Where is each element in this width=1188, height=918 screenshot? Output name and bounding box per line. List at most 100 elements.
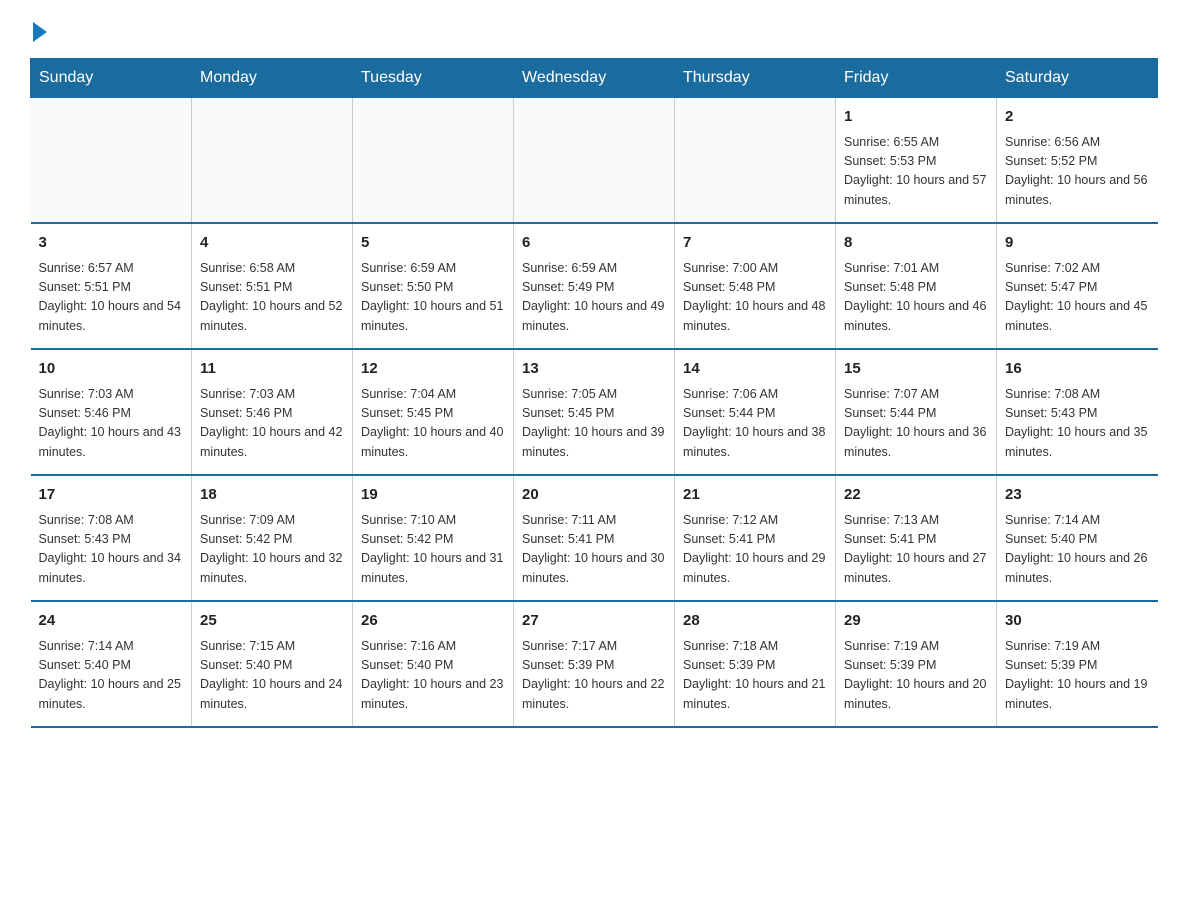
- day-info: Sunrise: 7:14 AMSunset: 5:40 PMDaylight:…: [1005, 511, 1150, 589]
- day-number: 25: [200, 610, 344, 633]
- day-info: Sunrise: 7:03 AMSunset: 5:46 PMDaylight:…: [39, 385, 184, 463]
- day-of-week-header: Saturday: [997, 59, 1158, 98]
- calendar-day-cell: 19 Sunrise: 7:10 AMSunset: 5:42 PMDayligh…: [353, 475, 514, 601]
- day-info: Sunrise: 7:09 AMSunset: 5:42 PMDaylight:…: [200, 511, 344, 589]
- day-number: 8: [844, 232, 988, 255]
- calendar-day-cell: 13Sunrise: 7:05 AMSunset: 5:45 PMDayligh…: [514, 349, 675, 475]
- day-info: Sunrise: 7:12 AMSunset: 5:41 PMDaylight:…: [683, 511, 827, 589]
- day-number: 10: [39, 358, 184, 381]
- day-number: 4: [200, 232, 344, 255]
- calendar-week-row: 24Sunrise: 7:14 AMSunset: 5:40 PMDayligh…: [31, 601, 1158, 727]
- day-info: Sunrise: 7:19 AMSunset: 5:39 PMDaylight:…: [1005, 637, 1150, 715]
- calendar-day-cell: 29 Sunrise: 7:19 AMSunset: 5:39 PMDayligh…: [836, 601, 997, 727]
- day-number: 2: [1005, 106, 1150, 129]
- calendar-day-cell: 15 Sunrise: 7:07 AMSunset: 5:44 PMDayligh…: [836, 349, 997, 475]
- day-number: 23: [1005, 484, 1150, 507]
- calendar-day-cell: 26 Sunrise: 7:16 AMSunset: 5:40 PMDayligh…: [353, 601, 514, 727]
- day-number: 16: [1005, 358, 1150, 381]
- day-info: Sunrise: 7:08 AMSunset: 5:43 PMDaylight:…: [39, 511, 184, 589]
- calendar-day-cell: 3 Sunrise: 6:57 AMSunset: 5:51 PMDaylight…: [31, 223, 192, 349]
- day-info: Sunrise: 7:03 AMSunset: 5:46 PMDaylight:…: [200, 385, 344, 463]
- day-info: Sunrise: 7:10 AMSunset: 5:42 PMDaylight:…: [361, 511, 505, 589]
- calendar-day-cell: 25Sunrise: 7:15 AMSunset: 5:40 PMDayligh…: [192, 601, 353, 727]
- day-number: 11: [200, 358, 344, 381]
- day-info: Sunrise: 7:16 AMSunset: 5:40 PMDaylight:…: [361, 637, 505, 715]
- day-number: 13: [522, 358, 666, 381]
- day-number: 27: [522, 610, 666, 633]
- day-of-week-header: Wednesday: [514, 59, 675, 98]
- calendar-day-cell: 28 Sunrise: 7:18 AMSunset: 5:39 PMDayligh…: [675, 601, 836, 727]
- day-number: 26: [361, 610, 505, 633]
- day-info: Sunrise: 7:13 AMSunset: 5:41 PMDaylight:…: [844, 511, 988, 589]
- calendar-day-cell: [675, 98, 836, 224]
- day-number: 6: [522, 232, 666, 255]
- calendar-day-cell: 5 Sunrise: 6:59 AMSunset: 5:50 PMDaylight…: [353, 223, 514, 349]
- calendar-week-row: 1 Sunrise: 6:55 AMSunset: 5:53 PMDaylight…: [31, 98, 1158, 224]
- day-info: Sunrise: 6:57 AMSunset: 5:51 PMDaylight:…: [39, 259, 184, 337]
- day-info: Sunrise: 7:07 AMSunset: 5:44 PMDaylight:…: [844, 385, 988, 463]
- day-number: 18: [200, 484, 344, 507]
- day-of-week-header: Monday: [192, 59, 353, 98]
- day-info: Sunrise: 7:11 AMSunset: 5:41 PMDaylight:…: [522, 511, 666, 589]
- day-info: Sunrise: 7:00 AMSunset: 5:48 PMDaylight:…: [683, 259, 827, 337]
- day-number: 5: [361, 232, 505, 255]
- day-number: 22: [844, 484, 988, 507]
- day-number: 17: [39, 484, 184, 507]
- day-info: Sunrise: 6:56 AMSunset: 5:52 PMDaylight:…: [1005, 133, 1150, 211]
- calendar-day-cell: 14Sunrise: 7:06 AMSunset: 5:44 PMDayligh…: [675, 349, 836, 475]
- calendar-day-cell: [31, 98, 192, 224]
- day-number: 20: [522, 484, 666, 507]
- calendar-day-cell: 30 Sunrise: 7:19 AMSunset: 5:39 PMDayligh…: [997, 601, 1158, 727]
- calendar-day-cell: 16 Sunrise: 7:08 AMSunset: 5:43 PMDayligh…: [997, 349, 1158, 475]
- day-number: 24: [39, 610, 184, 633]
- day-number: 29: [844, 610, 988, 633]
- calendar-day-cell: [353, 98, 514, 224]
- calendar-table: SundayMondayTuesdayWednesdayThursdayFrid…: [30, 58, 1158, 728]
- day-number: 15: [844, 358, 988, 381]
- day-of-week-header: Friday: [836, 59, 997, 98]
- calendar-day-cell: 17 Sunrise: 7:08 AMSunset: 5:43 PMDayligh…: [31, 475, 192, 601]
- day-of-week-header: Sunday: [31, 59, 192, 98]
- day-of-week-header: Tuesday: [353, 59, 514, 98]
- calendar-day-cell: 12 Sunrise: 7:04 AMSunset: 5:45 PMDayligh…: [353, 349, 514, 475]
- calendar-week-row: 10 Sunrise: 7:03 AMSunset: 5:46 PMDayligh…: [31, 349, 1158, 475]
- logo-arrow-icon: [33, 22, 47, 42]
- page-header: [30, 20, 1158, 38]
- calendar-day-cell: 2 Sunrise: 6:56 AMSunset: 5:52 PMDaylight…: [997, 98, 1158, 224]
- day-info: Sunrise: 7:19 AMSunset: 5:39 PMDaylight:…: [844, 637, 988, 715]
- day-info: Sunrise: 7:06 AMSunset: 5:44 PMDaylight:…: [683, 385, 827, 463]
- calendar-day-cell: 1 Sunrise: 6:55 AMSunset: 5:53 PMDaylight…: [836, 98, 997, 224]
- day-info: Sunrise: 7:01 AMSunset: 5:48 PMDaylight:…: [844, 259, 988, 337]
- calendar-day-cell: 24Sunrise: 7:14 AMSunset: 5:40 PMDayligh…: [31, 601, 192, 727]
- day-number: 1: [844, 106, 988, 129]
- day-info: Sunrise: 7:04 AMSunset: 5:45 PMDaylight:…: [361, 385, 505, 463]
- day-info: Sunrise: 7:17 AMSunset: 5:39 PMDaylight:…: [522, 637, 666, 715]
- day-info: Sunrise: 6:58 AMSunset: 5:51 PMDaylight:…: [200, 259, 344, 337]
- day-number: 19: [361, 484, 505, 507]
- day-of-week-header: Thursday: [675, 59, 836, 98]
- day-info: Sunrise: 6:59 AMSunset: 5:50 PMDaylight:…: [361, 259, 505, 337]
- day-info: Sunrise: 7:08 AMSunset: 5:43 PMDaylight:…: [1005, 385, 1150, 463]
- calendar-day-cell: 20 Sunrise: 7:11 AMSunset: 5:41 PMDayligh…: [514, 475, 675, 601]
- calendar-day-cell: 6Sunrise: 6:59 AMSunset: 5:49 PMDaylight…: [514, 223, 675, 349]
- day-number: 9: [1005, 232, 1150, 255]
- calendar-body: 1 Sunrise: 6:55 AMSunset: 5:53 PMDaylight…: [31, 98, 1158, 728]
- logo: [30, 20, 47, 38]
- day-number: 12: [361, 358, 505, 381]
- calendar-day-cell: 27 Sunrise: 7:17 AMSunset: 5:39 PMDayligh…: [514, 601, 675, 727]
- day-number: 30: [1005, 610, 1150, 633]
- day-number: 7: [683, 232, 827, 255]
- calendar-header: SundayMondayTuesdayWednesdayThursdayFrid…: [31, 59, 1158, 98]
- calendar-day-cell: 4 Sunrise: 6:58 AMSunset: 5:51 PMDaylight…: [192, 223, 353, 349]
- calendar-day-cell: 8 Sunrise: 7:01 AMSunset: 5:48 PMDaylight…: [836, 223, 997, 349]
- calendar-day-cell: 22 Sunrise: 7:13 AMSunset: 5:41 PMDayligh…: [836, 475, 997, 601]
- calendar-day-cell: [192, 98, 353, 224]
- day-info: Sunrise: 7:18 AMSunset: 5:39 PMDaylight:…: [683, 637, 827, 715]
- calendar-week-row: 3 Sunrise: 6:57 AMSunset: 5:51 PMDaylight…: [31, 223, 1158, 349]
- calendar-day-cell: 18 Sunrise: 7:09 AMSunset: 5:42 PMDayligh…: [192, 475, 353, 601]
- day-info: Sunrise: 6:55 AMSunset: 5:53 PMDaylight:…: [844, 133, 988, 211]
- day-number: 28: [683, 610, 827, 633]
- day-number: 21: [683, 484, 827, 507]
- day-number: 3: [39, 232, 184, 255]
- days-of-week-row: SundayMondayTuesdayWednesdayThursdayFrid…: [31, 59, 1158, 98]
